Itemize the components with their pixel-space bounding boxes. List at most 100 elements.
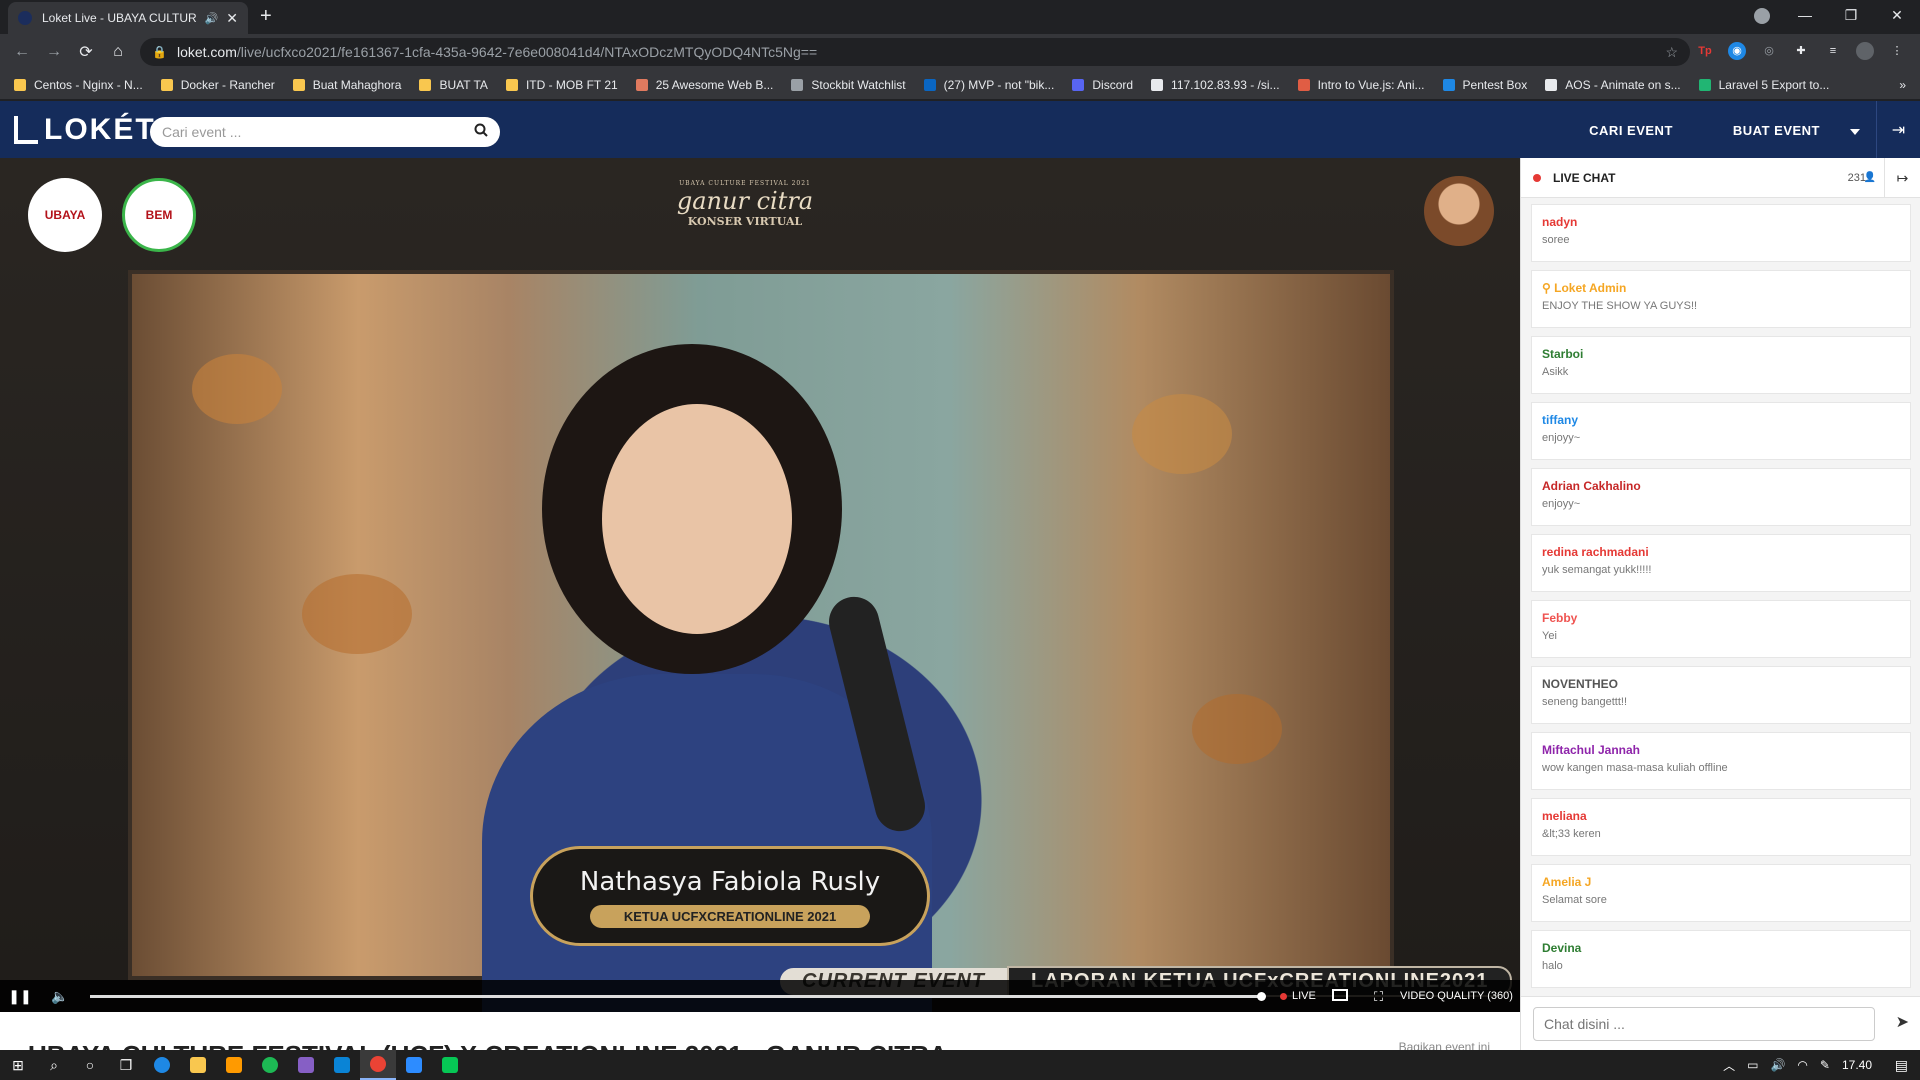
bookmark-item[interactable]: Laravel 5 Export to...	[1698, 78, 1829, 92]
chat-username-text: Devina	[1542, 941, 1582, 955]
chat-text: Yei	[1542, 630, 1557, 642]
chat-username: NOVENTHEO	[1542, 677, 1900, 691]
chat-text: Selamat sore	[1542, 894, 1607, 906]
menu-kebab-icon[interactable]: ⋮	[1888, 42, 1906, 60]
spotify-icon[interactable]	[252, 1050, 288, 1080]
bookmark-item[interactable]: ITD - MOB FT 21	[505, 78, 618, 92]
progress-bar[interactable]	[90, 992, 1266, 1001]
zoom-icon[interactable]	[396, 1050, 432, 1080]
back-icon[interactable]: ←	[6, 43, 38, 61]
bookmark-item[interactable]: Centos - Nginx - N...	[14, 78, 143, 92]
chat-input[interactable]	[1533, 1007, 1875, 1041]
chat-username-text: Loket Admin	[1554, 281, 1627, 295]
send-icon[interactable]: ➤	[1896, 1012, 1909, 1032]
bookmark-item[interactable]: Pentest Box	[1442, 78, 1527, 92]
restore-icon[interactable]: ❐	[1828, 7, 1874, 24]
clock[interactable]: 17.40	[1842, 1058, 1872, 1072]
minimize-icon[interactable]: —	[1782, 7, 1828, 23]
bookmark-label: Stockbit Watchlist	[811, 77, 906, 92]
bem-logo: BEM	[122, 178, 196, 252]
chat-text: soree	[1542, 234, 1570, 246]
bookmark-item[interactable]: Docker - Rancher	[160, 77, 275, 92]
vscode-icon[interactable]	[324, 1050, 360, 1080]
chat-username-text: Febby	[1542, 611, 1578, 625]
bookmark-item[interactable]: Discord	[1072, 78, 1133, 92]
speaker-icon[interactable]: 🔊	[1770, 1058, 1785, 1072]
chat-text: yuk semangat yukk!!!!!	[1542, 564, 1652, 576]
extension-tp-icon[interactable]: Tp	[1696, 42, 1714, 60]
bookmarks-bar: Centos - Nginx - N... Docker - Rancher Bua…	[0, 70, 1920, 100]
nav-create-event[interactable]: BUAT EVENT	[1703, 123, 1860, 138]
bookmark-item[interactable]: Stockbit Watchlist	[791, 77, 906, 92]
browser-tab[interactable]: Loket Live - UBAYA CULTURE 🔊 ✕	[8, 2, 248, 34]
cortana-icon[interactable]: ○	[72, 1050, 108, 1080]
bookmark-item[interactable]: Intro to Vue.js: Ani...	[1297, 78, 1425, 92]
loket-logo[interactable]: LOKÉT	[14, 113, 156, 147]
home-icon[interactable]: ⌂	[102, 43, 134, 61]
tray-chevron-icon[interactable]: ︿	[1723, 1057, 1735, 1074]
illustrator-icon[interactable]	[216, 1050, 252, 1080]
bookmark-item[interactable]: 117.102.83.93 - /si...	[1151, 78, 1280, 92]
chat-messages[interactable]: nadyn soree ⚲ Loket Admin ENJOY THE SHOW YA…	[1531, 204, 1911, 996]
video-player[interactable]: UBAYA BEM UBAYA CULTURE FESTIVAL 2021 ga…	[0, 158, 1520, 1012]
search-icon[interactable]: ⌕	[36, 1050, 72, 1080]
new-tab-icon[interactable]: +	[260, 5, 272, 28]
bookmark-icon	[160, 78, 173, 91]
edge-icon[interactable]	[144, 1050, 180, 1080]
bookmark-item[interactable]: Buat Mahaghora	[292, 78, 401, 92]
notification-icon[interactable]: ▤	[1895, 1057, 1908, 1074]
progress-knob[interactable]	[1257, 992, 1266, 1001]
media-control-icon[interactable]: ≡	[1824, 42, 1842, 60]
bookmark-star-icon[interactable]: ☆	[1665, 44, 1678, 61]
wifi-icon[interactable]: ◠	[1797, 1058, 1807, 1072]
volume-icon[interactable]: 🔈	[40, 988, 80, 1005]
more-bookmarks-icon[interactable]: »	[1899, 78, 1906, 92]
profile-icon[interactable]	[1754, 8, 1770, 24]
festival-logo: UBAYA CULTURE FESTIVAL 2021 ganur citra …	[660, 180, 830, 244]
player-controls: ❚❚ 🔈 LIVE ⛶ VIDEO QUALITY (360)	[0, 980, 1520, 1012]
collapse-chat-icon[interactable]: ↦	[1884, 158, 1920, 198]
bookmark-item[interactable]: BUAT TA	[419, 78, 488, 92]
tab-close-icon[interactable]: ✕	[226, 10, 238, 27]
close-window-icon[interactable]: ✕	[1874, 7, 1920, 24]
chat-username: ⚲ Loket Admin	[1542, 281, 1900, 295]
forward-icon[interactable]: →	[38, 43, 70, 61]
pen-icon[interactable]: ✎	[1820, 1058, 1830, 1072]
login-icon[interactable]: ⇥	[1876, 101, 1920, 158]
chat-username-text: Starboi	[1542, 347, 1584, 361]
picture-in-picture-icon[interactable]	[1332, 989, 1348, 1001]
festival-title: ganur citra	[676, 187, 814, 215]
chrome-icon[interactable]	[360, 1050, 396, 1080]
chat-text: wow kangen masa-masa kuliah offline	[1542, 762, 1728, 774]
extension-blue-icon[interactable]: ◉	[1728, 42, 1746, 60]
windows-start-icon[interactable]: ⊞	[0, 1050, 36, 1080]
live-dot-icon	[1533, 173, 1541, 182]
chat-text: seneng bangettt!!	[1542, 696, 1628, 708]
visual-studio-icon[interactable]	[288, 1050, 324, 1080]
bookmark-item[interactable]: 25 Awesome Web B...	[635, 78, 773, 92]
nav-find-event[interactable]: CARI EVENT	[1589, 123, 1673, 138]
battery-icon[interactable]: ▭	[1747, 1058, 1758, 1072]
pause-icon[interactable]: ❚❚	[0, 988, 40, 1005]
chat-text: &lt;33 keren	[1542, 828, 1601, 840]
event-search-input[interactable]	[150, 117, 500, 147]
reload-icon[interactable]: ⟳	[70, 42, 102, 62]
header-nav: CARI EVENT BUAT EVENT	[1559, 123, 1860, 138]
file-explorer-icon[interactable]	[180, 1050, 216, 1080]
bookmark-label: Docker - Rancher	[180, 77, 275, 92]
search-icon[interactable]	[474, 123, 488, 137]
bookmark-item[interactable]: (27) MVP - not "bik...	[923, 78, 1054, 92]
tab-audio-icon[interactable]: 🔊	[205, 12, 219, 25]
bookmark-item[interactable]: AOS - Animate on s...	[1545, 78, 1681, 92]
address-bar[interactable]: 🔒 loket.com /live/ucfxco2021/fe161367-1c…	[140, 38, 1690, 66]
chat-username: Amelia J	[1542, 875, 1900, 889]
extension-grey-icon[interactable]: ◎	[1760, 42, 1778, 60]
avatar-icon[interactable]	[1856, 42, 1874, 60]
task-view-icon[interactable]: ❐	[108, 1050, 144, 1080]
chevron-down-icon	[1850, 128, 1860, 135]
line-icon[interactable]	[432, 1050, 468, 1080]
speaker-name: Nathasya Fabiola Rusly	[579, 867, 881, 897]
extensions-puzzle-icon[interactable]: ✚	[1792, 42, 1810, 60]
video-quality-button[interactable]: VIDEO QUALITY (360)	[1400, 990, 1513, 1002]
fullscreen-icon[interactable]: ⛶	[1374, 989, 1383, 1005]
